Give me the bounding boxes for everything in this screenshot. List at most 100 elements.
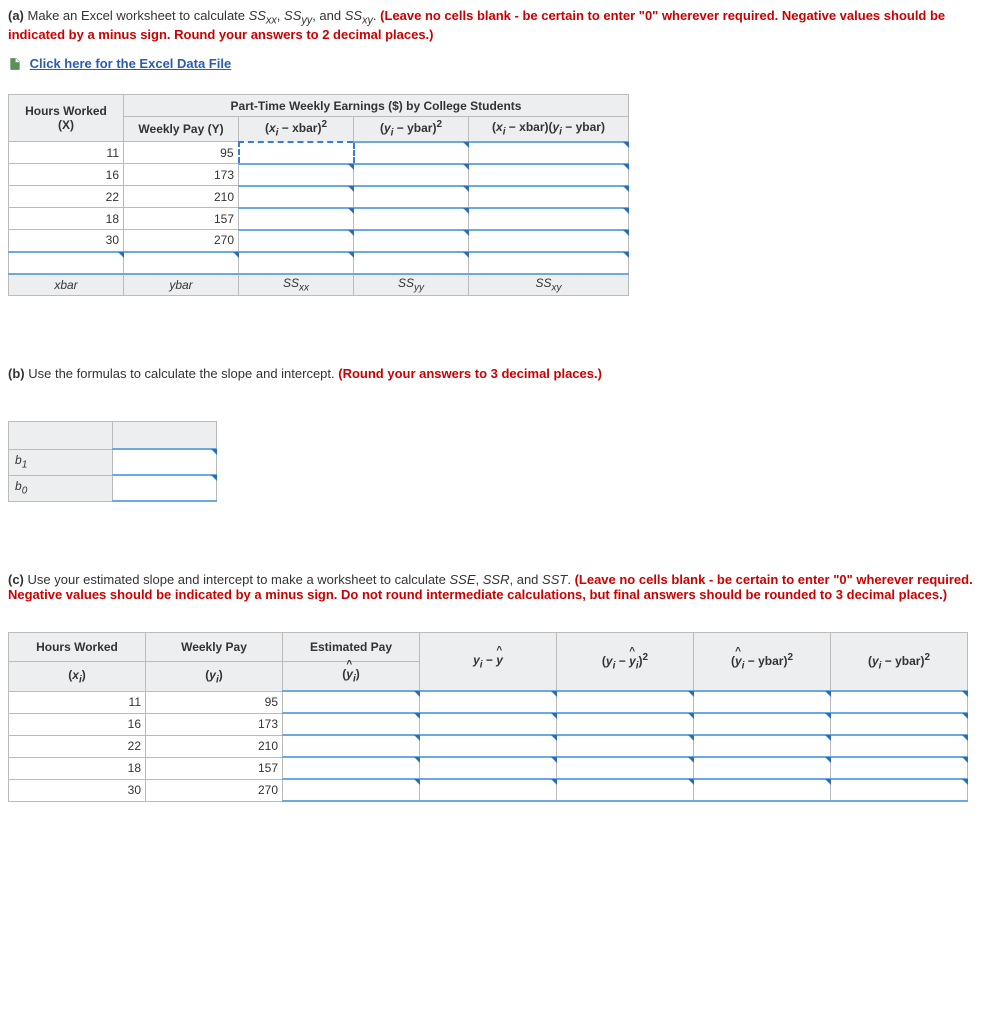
th-c-resid-sq: (yi − yi)2 — [557, 633, 694, 692]
th-c-estpay: Estimated Pay — [283, 633, 420, 662]
excel-data-file-link[interactable]: Click here for the Excel Data File — [30, 56, 232, 71]
table-row: 22 210 — [9, 735, 968, 757]
in-c-resid-1[interactable] — [420, 713, 557, 735]
table-row: 11 95 — [9, 691, 968, 713]
part-c-text: Use your estimated slope and intercept t… — [28, 572, 575, 587]
in-c-resid-2[interactable] — [420, 735, 557, 757]
input-ssxy-2[interactable] — [469, 186, 629, 208]
th-hours-worked: Hours Worked(X) — [9, 95, 124, 142]
in-c-residsq-2[interactable] — [557, 735, 694, 757]
input-ssxy-0[interactable] — [469, 142, 629, 164]
input-ssyy-3[interactable] — [354, 208, 469, 230]
in-c-yhat-3[interactable] — [283, 757, 420, 779]
input-sum-xy[interactable] — [469, 252, 629, 274]
part-b-label: (b) — [8, 366, 25, 381]
table-row: 30 270 — [9, 779, 968, 801]
table-a: Hours Worked(X) Part-Time Weekly Earning… — [8, 94, 629, 296]
input-b1[interactable] — [113, 449, 217, 475]
table-a-footer: xbar ybar SSxx SSyy SSxy — [9, 274, 629, 296]
input-ssxy-1[interactable] — [469, 164, 629, 186]
in-c-resid-0[interactable] — [420, 691, 557, 713]
in-c-ssr-3[interactable] — [694, 757, 831, 779]
input-ssxx-4[interactable] — [239, 230, 354, 252]
table-a-title: Part-Time Weekly Earnings ($) by College… — [124, 95, 629, 117]
in-c-ssr-2[interactable] — [694, 735, 831, 757]
input-sum-yy[interactable] — [354, 252, 469, 274]
cell-x: 11 — [9, 142, 124, 164]
excel-link-row: Click here for the Excel Data File — [8, 56, 995, 73]
in-c-sst-1[interactable] — [831, 713, 968, 735]
in-c-yhat-1[interactable] — [283, 713, 420, 735]
in-c-ssr-0[interactable] — [694, 691, 831, 713]
th-c-xi: (xi) — [9, 662, 146, 692]
input-sum-y[interactable] — [124, 252, 239, 274]
input-b0[interactable] — [113, 475, 217, 501]
part-c-label: (c) — [8, 572, 24, 587]
th-c-hours: Hours Worked — [9, 633, 146, 662]
lbl-ssxy: SSxy — [469, 274, 629, 296]
th-c-y-ybar-sq: (yi − ybar)2 — [831, 633, 968, 692]
lbl-ssyy: SSyy — [354, 274, 469, 296]
lbl-xbar: xbar — [9, 274, 124, 296]
th-c-yhat-ybar-sq: (yi − ybar)2 — [694, 633, 831, 692]
input-ssyy-0[interactable] — [354, 142, 469, 164]
in-c-residsq-1[interactable] — [557, 713, 694, 735]
in-c-ssr-4[interactable] — [694, 779, 831, 801]
part-a-text: Make an Excel worksheet to calculate — [28, 8, 249, 23]
lbl-ssxx: SSxx — [239, 274, 354, 296]
input-ssxx-0[interactable] — [239, 142, 354, 164]
th-c-pay: Weekly Pay — [146, 633, 283, 662]
lbl-ybar: ybar — [124, 274, 239, 296]
table-row: 16 173 — [9, 164, 629, 186]
in-c-sst-3[interactable] — [831, 757, 968, 779]
in-c-ssr-1[interactable] — [694, 713, 831, 735]
part-a-prompt: (a) Make an Excel worksheet to calculate… — [8, 8, 995, 42]
input-ssxx-2[interactable] — [239, 186, 354, 208]
part-b-prompt: (b) Use the formulas to calculate the sl… — [8, 366, 995, 381]
table-row: 18 157 — [9, 757, 968, 779]
th-xi-xbar-sq: (xi − xbar)2 — [239, 117, 354, 142]
in-c-sst-2[interactable] — [831, 735, 968, 757]
input-ssyy-4[interactable] — [354, 230, 469, 252]
table-row: 11 95 — [9, 142, 629, 164]
input-sum-x[interactable] — [9, 252, 124, 274]
part-c-prompt: (c) Use your estimated slope and interce… — [8, 572, 995, 602]
in-c-yhat-0[interactable] — [283, 691, 420, 713]
table-c: Hours Worked Weekly Pay Estimated Pay yi… — [8, 632, 968, 802]
in-c-sst-0[interactable] — [831, 691, 968, 713]
th-c-yhat: (yi) — [283, 662, 420, 692]
excel-file-icon — [8, 56, 22, 72]
in-c-residsq-3[interactable] — [557, 757, 694, 779]
part-a-label: (a) — [8, 8, 24, 23]
in-c-sst-4[interactable] — [831, 779, 968, 801]
th-yi-ybar-sq: (yi − ybar)2 — [354, 117, 469, 142]
input-ssyy-2[interactable] — [354, 186, 469, 208]
part-b-warning: (Round your answers to 3 decimal places.… — [338, 366, 602, 381]
cell-y: 95 — [124, 142, 239, 164]
th-weekly-pay: Weekly Pay (Y) — [124, 117, 239, 142]
in-c-residsq-4[interactable] — [557, 779, 694, 801]
tblB-blank2 — [113, 422, 217, 450]
input-ssyy-1[interactable] — [354, 164, 469, 186]
table-row: 16 173 — [9, 713, 968, 735]
part-b-text: Use the formulas to calculate the slope … — [28, 366, 338, 381]
in-c-yhat-4[interactable] — [283, 779, 420, 801]
th-c-yi: (yi) — [146, 662, 283, 692]
in-c-resid-4[interactable] — [420, 779, 557, 801]
table-row: 30 270 — [9, 230, 629, 252]
table-row: b0 — [9, 475, 217, 501]
th-c-resid: yi − y — [420, 633, 557, 692]
input-sum-xx[interactable] — [239, 252, 354, 274]
table-row: b1 — [9, 449, 217, 475]
input-ssxx-3[interactable] — [239, 208, 354, 230]
input-ssxx-1[interactable] — [239, 164, 354, 186]
in-c-yhat-2[interactable] — [283, 735, 420, 757]
input-ssxy-4[interactable] — [469, 230, 629, 252]
lbl-b1: b1 — [9, 449, 113, 475]
input-ssxy-3[interactable] — [469, 208, 629, 230]
in-c-resid-3[interactable] — [420, 757, 557, 779]
tblB-blank1 — [9, 422, 113, 450]
in-c-residsq-0[interactable] — [557, 691, 694, 713]
th-cross: (xi − xbar)(yi − ybar) — [469, 117, 629, 142]
table-row-totals — [9, 252, 629, 274]
